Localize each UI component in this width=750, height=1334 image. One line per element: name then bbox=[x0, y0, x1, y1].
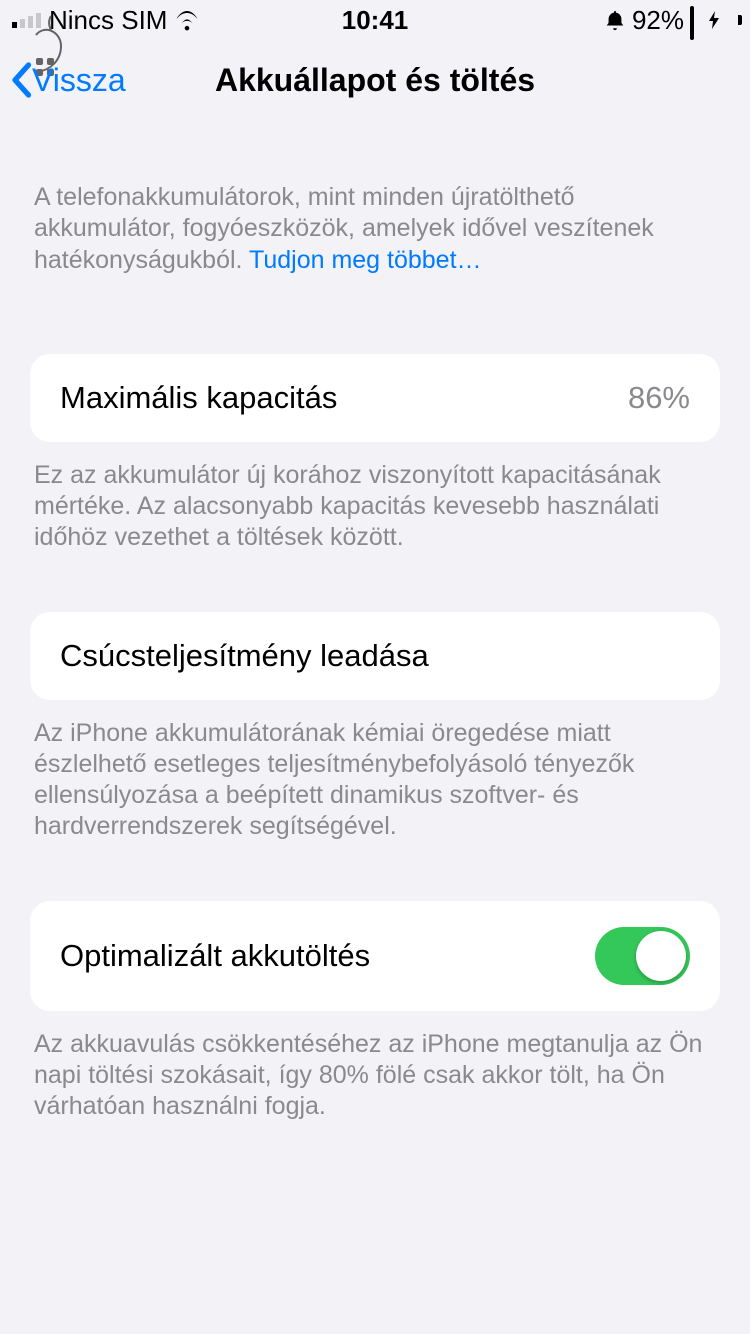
back-label: Vissza bbox=[32, 62, 126, 99]
navigation-bar: Vissza Akkuállapot és töltés bbox=[0, 40, 750, 120]
optimized-charging-cell: Optimalizált akkutöltés bbox=[30, 901, 720, 1011]
sim-status: Nincs SIM bbox=[49, 5, 167, 36]
max-capacity-value: 86% bbox=[628, 380, 690, 416]
status-bar: Nincs SIM 10:41 92% bbox=[0, 0, 750, 40]
page-title: Akkuállapot és töltés bbox=[215, 62, 535, 99]
battery-icon bbox=[690, 8, 738, 32]
chevron-left-icon bbox=[10, 62, 32, 98]
intro-description: A telefonakkumulátorok, mint minden újra… bbox=[0, 182, 750, 276]
learn-more-link[interactable]: Tudjon meg többet… bbox=[249, 246, 482, 274]
optimized-charging-description: Az akkuavulás csökkentéséhez az iPhone m… bbox=[0, 1029, 750, 1123]
status-time: 10:41 bbox=[342, 5, 409, 36]
alarm-icon bbox=[604, 9, 626, 31]
max-capacity-label: Maximális kapacitás bbox=[60, 380, 337, 416]
max-capacity-cell[interactable]: Maximális kapacitás 86% bbox=[30, 354, 720, 442]
peak-performance-label: Csúcsteljesítmény leadása bbox=[60, 638, 429, 674]
cellular-signal-icon bbox=[12, 13, 41, 28]
wifi-icon bbox=[173, 9, 201, 31]
optimized-charging-label: Optimalizált akkutöltés bbox=[60, 938, 370, 974]
max-capacity-description: Ez az akkumulátor új korához viszonyítot… bbox=[0, 460, 750, 554]
peak-performance-description: Az iPhone akkumulátorának kémiai öregedé… bbox=[0, 718, 750, 843]
back-button[interactable]: Vissza bbox=[10, 62, 126, 99]
peak-performance-cell[interactable]: Csúcsteljesítmény leadása bbox=[30, 612, 720, 700]
battery-percentage: 92% bbox=[632, 5, 684, 36]
optimized-charging-toggle[interactable] bbox=[595, 927, 690, 985]
